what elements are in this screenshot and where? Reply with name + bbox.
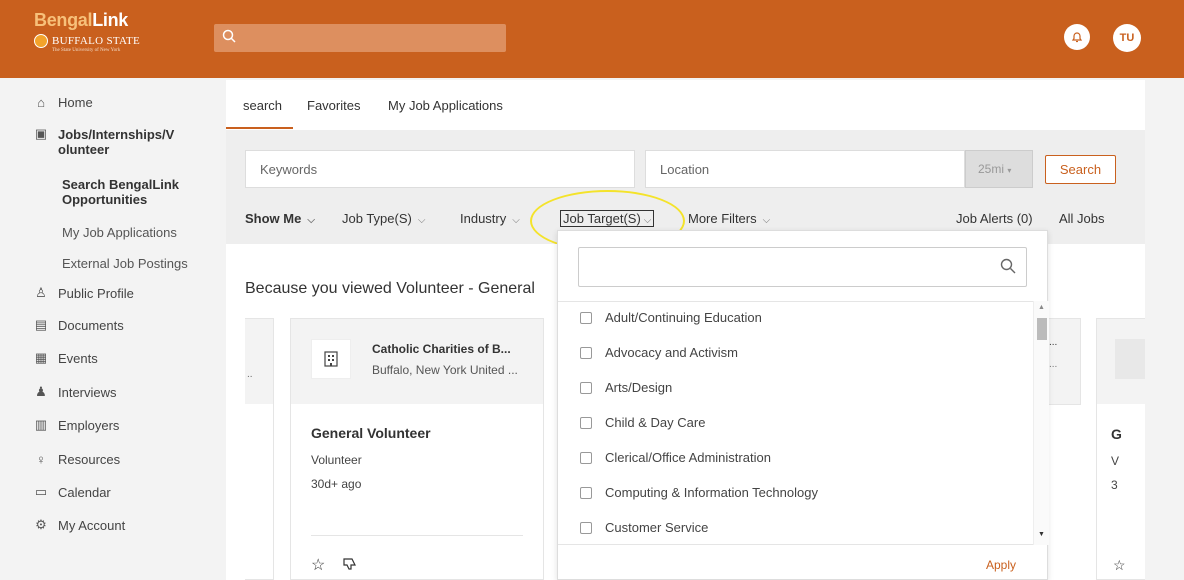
checkbox[interactable] bbox=[580, 381, 592, 394]
employer-name[interactable]: Catholic Charities of B... bbox=[372, 342, 511, 356]
checkbox[interactable] bbox=[580, 416, 592, 429]
radius-select[interactable]: 25mi ▾ bbox=[965, 150, 1033, 188]
checkbox[interactable] bbox=[580, 521, 592, 534]
industry-filter[interactable]: Industry ⌵ bbox=[460, 211, 520, 226]
job-card-partial-right[interactable]: G V 3 ☆ bbox=[1096, 318, 1145, 580]
chevron-down-icon: ⌵ bbox=[417, 215, 426, 226]
card-divider bbox=[311, 535, 523, 536]
top-bar: BengalLink BUFFALO STATE The State Unive… bbox=[0, 0, 1184, 78]
job-card-partial-left[interactable]: .. bbox=[245, 318, 274, 580]
sidebar-item-documents[interactable]: ▤ Documents bbox=[34, 317, 124, 333]
checkbox[interactable] bbox=[580, 451, 592, 464]
location-input[interactable]: Location bbox=[645, 150, 965, 188]
building-icon bbox=[311, 339, 351, 379]
chevron-down-icon: ⌵ bbox=[512, 215, 520, 226]
active-tab-indicator bbox=[226, 127, 293, 129]
user-icon: ♙ bbox=[35, 285, 47, 300]
job-type-filter[interactable]: Job Type(S) ⌵ bbox=[342, 211, 425, 226]
sidebar-item-external-job-postings[interactable]: External Job Postings bbox=[62, 256, 188, 271]
sidebar-item-my-account[interactable]: ⚙ My Account bbox=[34, 517, 125, 533]
job-type: Volunteer bbox=[311, 453, 362, 467]
checkbox[interactable] bbox=[580, 311, 592, 324]
bell-icon bbox=[1071, 32, 1083, 43]
search-icon bbox=[1000, 258, 1016, 274]
dropdown-scrollbar[interactable]: ▲ ▼ bbox=[1033, 301, 1049, 545]
option-6[interactable]: Customer Service bbox=[580, 520, 708, 535]
option-3[interactable]: Child & Day Care bbox=[580, 415, 705, 430]
logo-wordmark: BengalLink bbox=[34, 10, 129, 30]
search-icon bbox=[222, 29, 236, 43]
tab-favorites[interactable]: Favorites bbox=[307, 98, 360, 113]
dropdown-search-input[interactable] bbox=[578, 247, 1027, 287]
logo-school: BUFFALO STATE bbox=[52, 35, 141, 47]
bengallink-logo[interactable]: BengalLink BUFFALO STATE The State Unive… bbox=[34, 10, 174, 66]
user-avatar[interactable]: TU bbox=[1113, 24, 1141, 52]
sidebar-item-search-opportunities[interactable]: Search BengalLink Opportunities bbox=[62, 177, 179, 207]
sidebar-item-my-job-applications[interactable]: My Job Applications bbox=[62, 225, 177, 240]
interviews-icon: ♟ bbox=[35, 384, 47, 399]
job-target-dropdown: Adult/Continuing Education Advocacy and … bbox=[557, 230, 1049, 580]
briefcase-icon: ▣ bbox=[34, 126, 48, 141]
tab-my-job-applications[interactable]: My Job Applications bbox=[388, 98, 503, 113]
option-4[interactable]: Clerical/Office Administration bbox=[580, 450, 771, 465]
calendar-event-icon: ▦ bbox=[34, 350, 48, 365]
posted-time: 30d+ ago bbox=[311, 477, 362, 491]
calendar-icon: ▭ bbox=[34, 484, 48, 499]
show-me-filter[interactable]: Show Me ⌵ bbox=[245, 211, 315, 226]
section-heading: Because you viewed Volunteer - General bbox=[245, 280, 535, 297]
lightbulb-icon: ♀ bbox=[36, 451, 46, 467]
all-jobs-link[interactable]: All Jobs bbox=[1059, 211, 1105, 226]
option-2[interactable]: Arts/Design bbox=[580, 380, 672, 395]
employer-location: Buffalo, New York United ... bbox=[372, 363, 518, 377]
favorite-star-icon[interactable]: ☆ bbox=[311, 555, 325, 575]
chevron-down-icon: ⌵ bbox=[307, 215, 315, 226]
keywords-input[interactable]: Keywords bbox=[245, 150, 635, 188]
scroll-down-icon[interactable]: ▼ bbox=[1038, 531, 1045, 538]
sidebar-item-jobs[interactable]: ▣ Jobs/Internships/V olunteer bbox=[34, 126, 174, 157]
scroll-up-icon[interactable]: ▲ bbox=[1038, 304, 1045, 311]
option-0[interactable]: Adult/Continuing Education bbox=[580, 310, 762, 325]
document-icon: ▤ bbox=[34, 317, 48, 332]
building-icon: ▥ bbox=[34, 417, 48, 432]
dropdown-options-list[interactable]: Adult/Continuing Education Advocacy and … bbox=[558, 301, 1033, 545]
sidebar-item-employers[interactable]: ▥ Employers bbox=[34, 417, 120, 433]
tab-search[interactable]: search bbox=[243, 98, 282, 113]
sidebar-item-events[interactable]: ▦ Events bbox=[34, 350, 98, 366]
buffalo-state-seal-icon bbox=[34, 34, 48, 48]
logo-tagline: The State University of New York bbox=[52, 48, 121, 53]
sidebar-item-calendar[interactable]: ▭ Calendar bbox=[34, 484, 111, 500]
more-filters-filter[interactable]: More Filters ⌵ bbox=[688, 211, 770, 226]
global-search-input[interactable] bbox=[214, 24, 506, 52]
notifications-button[interactable] bbox=[1064, 24, 1090, 50]
sidebar-item-resources[interactable]: ♀ Resources bbox=[34, 451, 120, 468]
option-5[interactable]: Computing & Information Technology bbox=[580, 485, 818, 500]
home-icon: ⌂ bbox=[37, 94, 45, 110]
job-title[interactable]: General Volunteer bbox=[311, 425, 431, 441]
tabs-bar bbox=[226, 80, 1145, 130]
apply-button[interactable]: Apply bbox=[986, 558, 1016, 572]
checkbox[interactable] bbox=[580, 346, 592, 359]
scroll-thumb[interactable] bbox=[1037, 318, 1047, 340]
search-button[interactable]: Search bbox=[1045, 155, 1116, 184]
job-alerts-link[interactable]: Job Alerts (0) bbox=[956, 211, 1033, 226]
gear-icon: ⚙ bbox=[35, 517, 47, 532]
chevron-down-icon: ⌵ bbox=[762, 215, 771, 226]
checkbox[interactable] bbox=[580, 486, 592, 499]
sidebar-item-interviews[interactable]: ♟ Interviews bbox=[34, 384, 116, 400]
favorite-star-icon[interactable]: ☆ bbox=[1113, 557, 1126, 574]
sidebar-item-public-profile[interactable]: ♙ Public Profile bbox=[34, 285, 134, 301]
option-1[interactable]: Advocacy and Activism bbox=[580, 345, 738, 360]
sidebar-item-home[interactable]: ⌂ Home bbox=[34, 94, 93, 111]
thumbs-down-icon[interactable] bbox=[343, 557, 357, 574]
